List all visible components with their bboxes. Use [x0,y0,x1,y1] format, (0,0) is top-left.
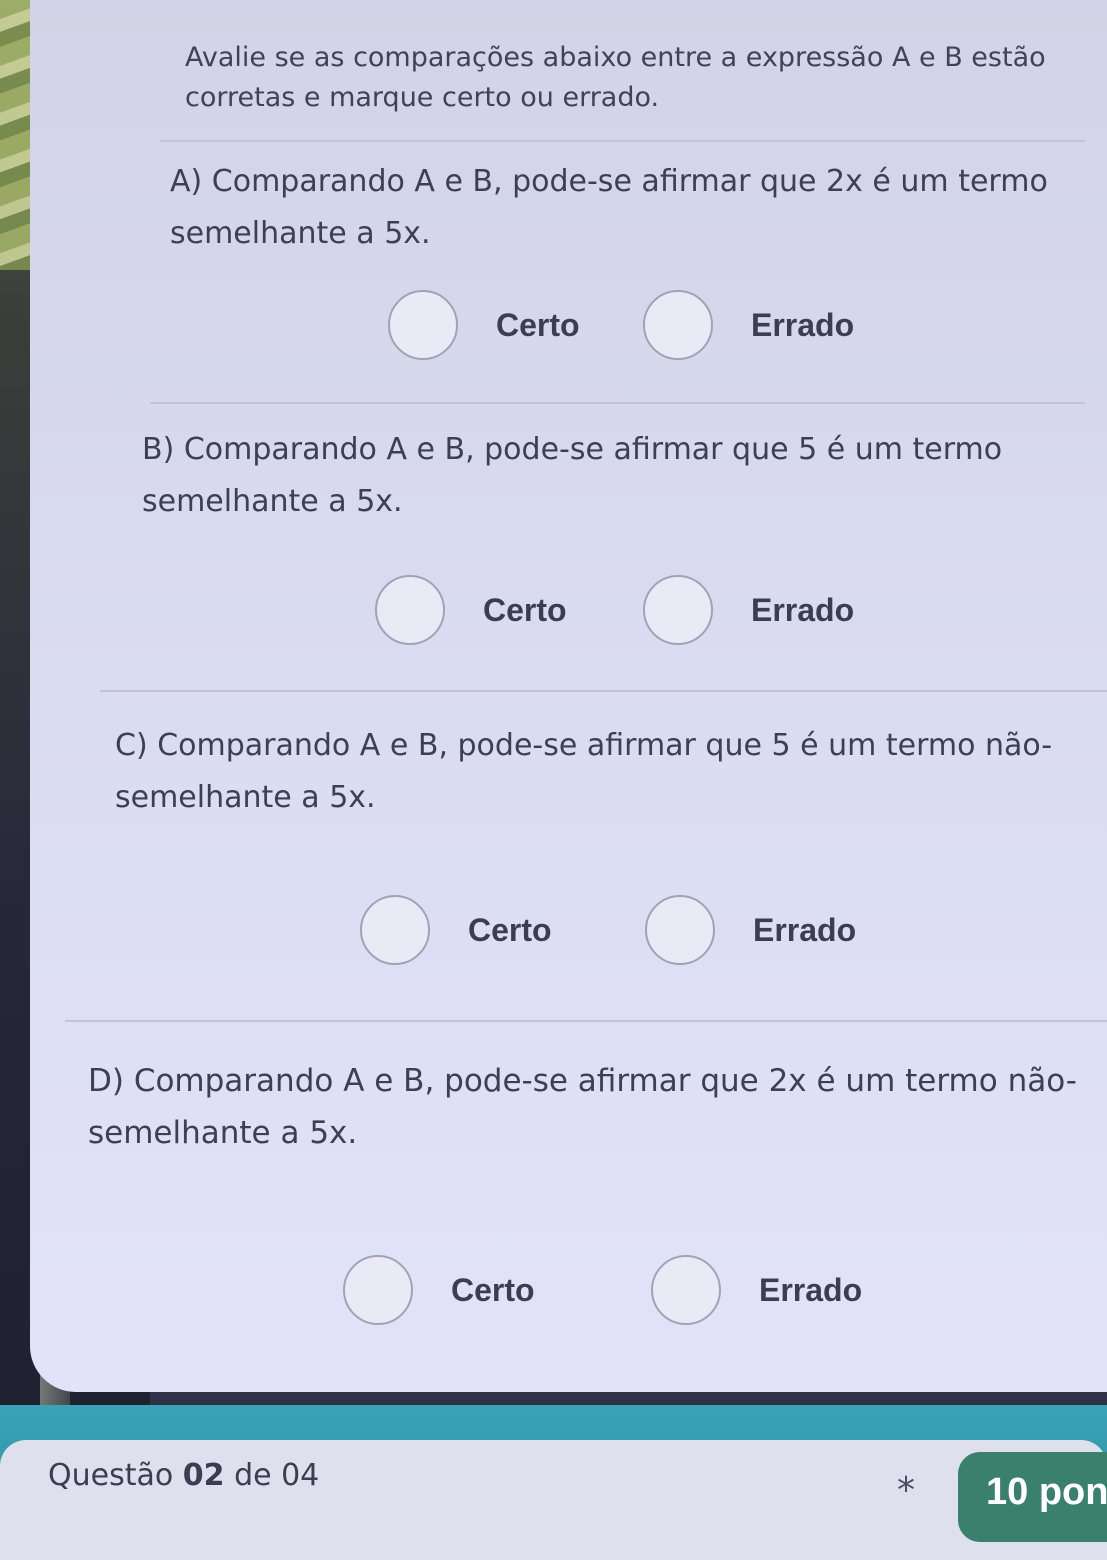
question-counter-number: 02 [182,1458,225,1493]
radio-circle-icon[interactable] [375,575,445,645]
required-asterisk-icon: * [897,1470,915,1511]
radio-circle-icon[interactable] [343,1255,413,1325]
radio-circle-icon[interactable] [643,290,713,360]
question-counter-total: de 04 [234,1458,320,1493]
option-label: Errado [753,911,857,948]
question-a-option-errado[interactable]: Errado [643,290,854,360]
option-label: Certo [451,1271,535,1308]
radio-circle-icon[interactable] [643,575,713,645]
radio-circle-icon[interactable] [651,1255,721,1325]
option-label: Errado [751,306,855,343]
option-label: Certo [483,591,567,628]
question-b-option-errado[interactable]: Errado [643,575,854,645]
question-counter-prefix: Questão [48,1458,174,1493]
divider [150,402,1085,404]
radio-circle-icon[interactable] [388,290,458,360]
divider [160,140,1085,142]
question-d-option-certo[interactable]: Certo [343,1255,535,1325]
divider [100,690,1107,692]
option-label: Errado [751,591,855,628]
option-label: Errado [759,1271,863,1308]
option-label: Certo [496,306,580,343]
radio-circle-icon[interactable] [645,895,715,965]
question-a-option-certo[interactable]: Certo [388,290,580,360]
question-d-options: Certo Errado [343,1255,983,1345]
question-b-options: Certo Errado [375,575,995,665]
question-b-text: B) Comparando A e B, pode-se afirmar que… [142,432,1003,519]
divider [65,1020,1107,1022]
radio-circle-icon[interactable] [360,895,430,965]
question-a-options: Certo Errado [388,290,988,380]
question-c-option-certo[interactable]: Certo [360,895,552,965]
question-counter: Questão 02 de 04 [48,1458,319,1493]
question-d-option-errado[interactable]: Errado [651,1255,862,1325]
question-d-text: D) Comparando A e B, pode-se afirmar que… [88,1063,1077,1151]
instruction-text: Avalie se as comparações abaixo entre a … [185,42,1046,113]
question-a-text: A) Comparando A e B, pode-se afirmar que… [170,164,1048,251]
question-b-option-certo[interactable]: Certo [375,575,567,645]
question-c-options: Certo Errado [360,895,1000,985]
points-badge: 10 pon [958,1452,1107,1542]
question-c-text: C) Comparando A e B, pode-se afirmar que… [115,728,1053,815]
question-c-option-errado[interactable]: Errado [645,895,856,965]
option-label: Certo [468,911,552,948]
